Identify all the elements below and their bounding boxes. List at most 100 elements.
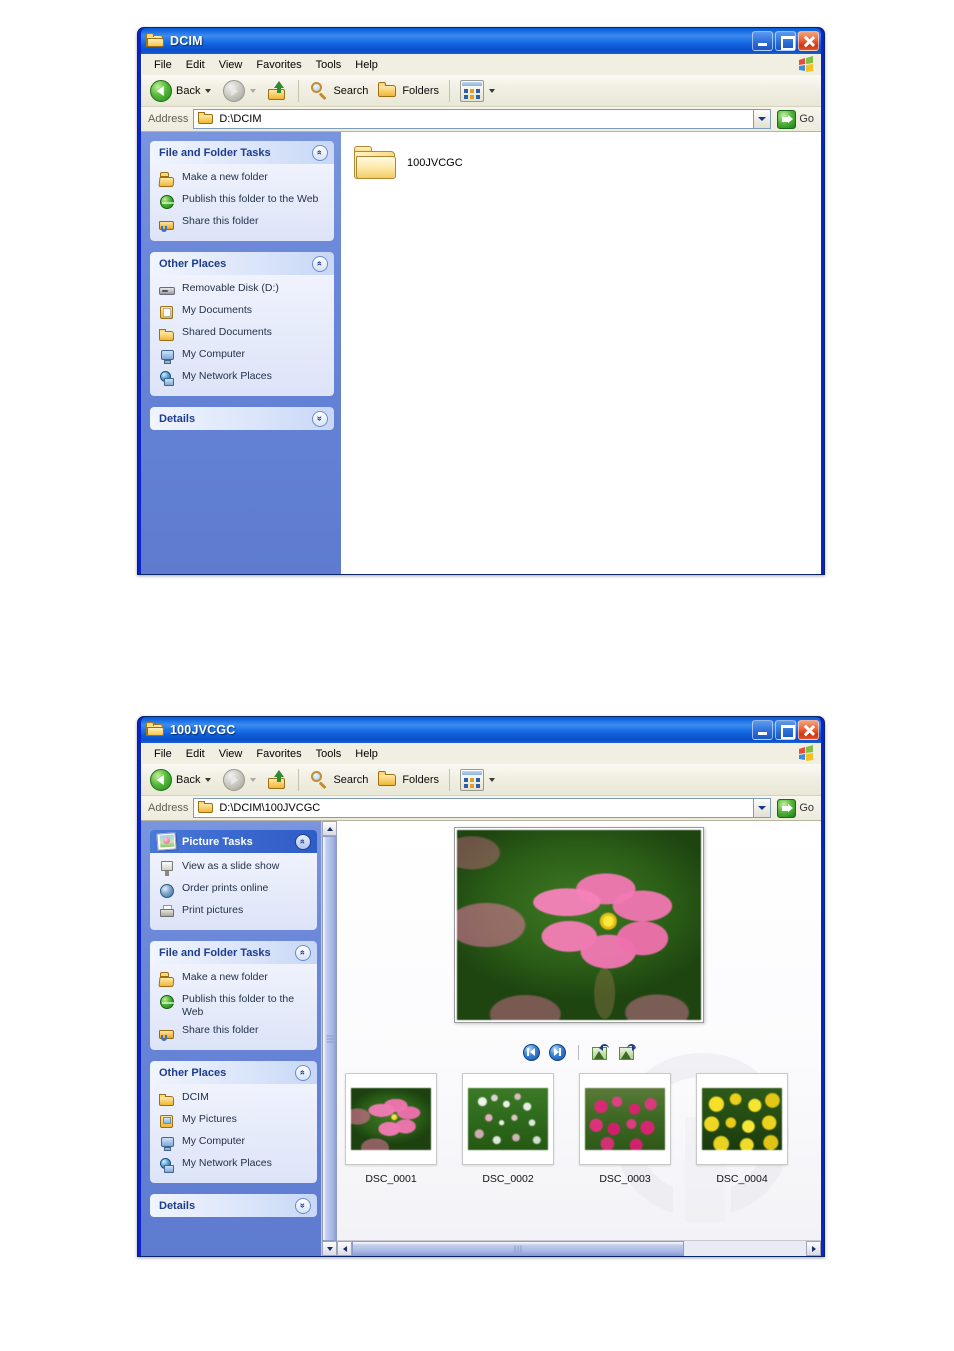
thumbnail-item[interactable]: DSC_0004: [696, 1073, 788, 1201]
go-button[interactable]: Go: [771, 798, 818, 818]
folder-item-100jvcgc[interactable]: 100JVCGC: [353, 144, 463, 182]
place-removable-disk[interactable]: Removable Disk (D:): [159, 282, 328, 299]
menu-view[interactable]: View: [212, 746, 250, 762]
minimize-button[interactable]: [752, 720, 773, 740]
thumbnail-item[interactable]: DSC_0003: [579, 1073, 671, 1201]
place-my-network-places[interactable]: My Network Places: [159, 1157, 311, 1174]
forward-button[interactable]: [218, 78, 263, 104]
filmstrip-view[interactable]: DSC_0001 DSC_0002 DSC_0003 DSC_0004: [337, 821, 821, 1256]
task-share-folder[interactable]: Share this folder: [159, 215, 328, 232]
menu-edit[interactable]: Edit: [179, 746, 212, 762]
task-make-new-folder[interactable]: Make a new folder: [158, 171, 328, 188]
go-button[interactable]: Go: [771, 109, 818, 129]
chevron-up-double-icon[interactable]: «: [312, 144, 328, 161]
chevron-up-double-icon[interactable]: «: [295, 833, 311, 850]
forward-dropdown-icon[interactable]: [250, 777, 257, 782]
place-my-network-places[interactable]: My Network Places: [159, 370, 328, 387]
place-my-documents[interactable]: My Documents: [159, 304, 328, 321]
maximize-button[interactable]: [775, 720, 796, 740]
task-order-prints[interactable]: Order prints online: [159, 882, 311, 899]
forward-dropdown-icon[interactable]: [250, 88, 257, 93]
place-shared-documents[interactable]: Shared Documents: [159, 326, 328, 343]
back-button[interactable]: Back: [145, 78, 218, 104]
chevron-up-double-icon[interactable]: «: [312, 255, 328, 272]
file-list-view[interactable]: 100JVCGC: [341, 132, 821, 574]
close-button[interactable]: [798, 720, 819, 740]
menu-help[interactable]: Help: [348, 57, 385, 73]
minimize-button[interactable]: [752, 31, 773, 51]
panel-header[interactable]: Details »: [150, 1194, 317, 1217]
menu-help[interactable]: Help: [348, 746, 385, 762]
folders-button[interactable]: Folders: [373, 80, 444, 101]
up-button[interactable]: [263, 79, 293, 103]
views-button[interactable]: [455, 767, 502, 793]
panel-header[interactable]: Other Places «: [150, 252, 334, 275]
task-pane-scrollbar[interactable]: [321, 821, 337, 1256]
task-share-folder[interactable]: Share this folder: [159, 1024, 311, 1041]
panel-header[interactable]: Other Places «: [150, 1061, 317, 1084]
views-dropdown-icon[interactable]: [489, 88, 496, 93]
scroll-track[interactable]: [684, 1241, 806, 1256]
chevron-down-double-icon[interactable]: »: [312, 410, 328, 427]
address-dropdown-button[interactable]: [754, 798, 772, 818]
back-dropdown-icon[interactable]: [205, 88, 212, 93]
next-image-button[interactable]: [548, 1043, 566, 1061]
forward-button[interactable]: [218, 767, 263, 793]
explorer-window-100jvcgc[interactable]: 100JVCGC File Edit View Favorites Tools …: [137, 716, 825, 1257]
scroll-thumb[interactable]: [352, 1241, 684, 1256]
panel-header[interactable]: File and Folder Tasks «: [150, 941, 317, 964]
menu-file[interactable]: File: [147, 57, 179, 73]
folders-button[interactable]: Folders: [373, 769, 444, 790]
thumbnail-strip[interactable]: DSC_0001 DSC_0002 DSC_0003 DSC_0004: [345, 1073, 821, 1201]
address-dropdown-button[interactable]: [754, 109, 772, 129]
scroll-right-button[interactable]: [806, 1241, 821, 1256]
place-my-computer[interactable]: My Computer: [159, 1135, 311, 1152]
menu-file[interactable]: File: [147, 746, 179, 762]
address-input[interactable]: D:\DCIM\100JVCGC: [193, 798, 755, 818]
menu-favorites[interactable]: Favorites: [249, 57, 308, 73]
preview-frame[interactable]: [454, 827, 704, 1023]
titlebar[interactable]: 100JVCGC: [141, 717, 821, 743]
rotate-clockwise-button[interactable]: [618, 1044, 636, 1060]
task-publish-to-web[interactable]: Publish this folder to the Web: [159, 193, 328, 210]
address-input[interactable]: D:\DCIM: [193, 109, 755, 129]
filmstrip-scrollbar[interactable]: [337, 1240, 821, 1256]
panel-header[interactable]: Picture Tasks «: [150, 830, 317, 853]
scroll-thumb[interactable]: [322, 836, 337, 1241]
menu-tools[interactable]: Tools: [309, 746, 349, 762]
maximize-button[interactable]: [775, 31, 796, 51]
chevron-up-double-icon[interactable]: «: [295, 944, 311, 961]
previous-image-button[interactable]: [522, 1043, 540, 1061]
titlebar[interactable]: DCIM: [141, 28, 821, 54]
menu-edit[interactable]: Edit: [179, 57, 212, 73]
chevron-up-double-icon[interactable]: «: [295, 1064, 311, 1081]
panel-header[interactable]: File and Folder Tasks «: [150, 141, 334, 164]
task-view-slideshow[interactable]: View as a slide show: [159, 860, 311, 877]
place-my-computer[interactable]: My Computer: [159, 348, 328, 365]
menu-tools[interactable]: Tools: [309, 57, 349, 73]
task-make-new-folder[interactable]: Make a new folder: [158, 971, 311, 988]
scroll-left-button[interactable]: [337, 1241, 352, 1256]
search-button[interactable]: Search: [304, 79, 373, 103]
thumbnail-item[interactable]: DSC_0002: [462, 1073, 554, 1201]
views-button[interactable]: [455, 78, 502, 104]
rotate-counterclockwise-button[interactable]: [591, 1044, 609, 1060]
explorer-window-dcim[interactable]: DCIM File Edit View Favorites Tools Help…: [137, 27, 825, 575]
thumbnail-item[interactable]: DSC_0001: [345, 1073, 437, 1201]
place-my-pictures[interactable]: My Pictures: [159, 1113, 311, 1130]
search-button[interactable]: Search: [304, 768, 373, 792]
menu-view[interactable]: View: [212, 57, 250, 73]
scroll-up-button[interactable]: [322, 821, 337, 836]
back-button[interactable]: Back: [145, 767, 218, 793]
chevron-down-double-icon[interactable]: »: [295, 1197, 311, 1214]
menu-favorites[interactable]: Favorites: [249, 746, 308, 762]
scroll-down-button[interactable]: [322, 1241, 337, 1256]
up-button[interactable]: [263, 768, 293, 792]
task-publish-to-web[interactable]: Publish this folder to the Web: [159, 993, 311, 1019]
place-dcim[interactable]: DCIM: [159, 1091, 311, 1108]
views-dropdown-icon[interactable]: [489, 777, 496, 782]
panel-header[interactable]: Details »: [150, 407, 334, 430]
back-dropdown-icon[interactable]: [205, 777, 212, 782]
task-print-pictures[interactable]: Print pictures: [159, 904, 311, 921]
close-button[interactable]: [798, 31, 819, 51]
